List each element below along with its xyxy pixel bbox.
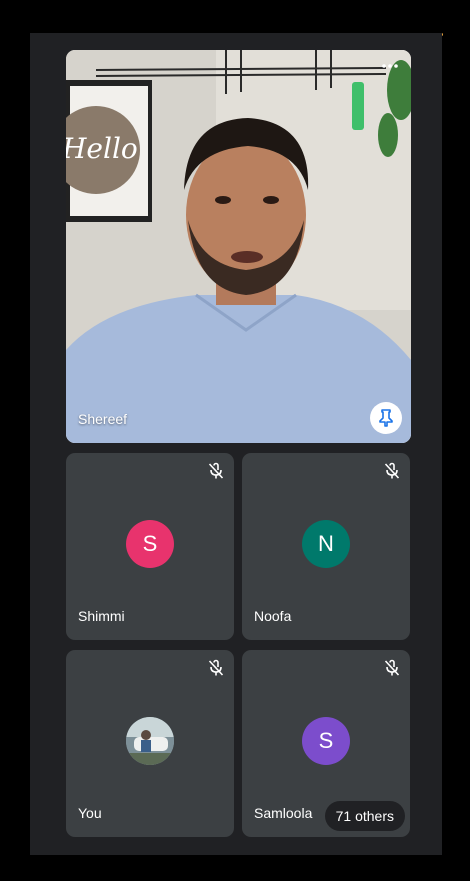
featured-video-tile[interactable]: Hello Shereef xyxy=(66,50,411,443)
participant-tile-you[interactable]: You xyxy=(66,650,234,837)
avatar: S xyxy=(302,717,350,765)
meeting-grid: Hello Shereef S Shimmi N Noofa You S Sam… xyxy=(30,33,442,855)
participant-tile-samloola[interactable]: S Samloola 71 others xyxy=(242,650,410,837)
others-count-button[interactable]: 71 others xyxy=(324,801,405,831)
pin-button[interactable] xyxy=(370,402,402,434)
more-horizontal-icon xyxy=(382,64,398,68)
mic-off-icon xyxy=(208,659,224,676)
avatar: S xyxy=(126,520,174,568)
participant-tile-noofa[interactable]: N Noofa xyxy=(242,453,410,640)
participant-name: Shimmi xyxy=(78,608,125,624)
participant-video: Hello xyxy=(66,50,411,443)
more-options-button[interactable] xyxy=(377,56,403,76)
featured-participant-name: Shereef xyxy=(78,411,128,427)
participant-name: Noofa xyxy=(254,608,292,624)
avatar-photo xyxy=(126,717,174,765)
svg-text:Hello: Hello xyxy=(66,132,138,165)
profile-photo xyxy=(126,717,174,765)
avatar: N xyxy=(302,520,350,568)
participant-tile-shimmi[interactable]: S Shimmi xyxy=(66,453,234,640)
mic-off-icon xyxy=(208,462,224,479)
participant-name: Samloola xyxy=(254,805,313,821)
mic-off-icon xyxy=(384,462,400,479)
participant-name: You xyxy=(78,805,102,821)
mic-off-icon xyxy=(384,659,400,676)
pin-icon xyxy=(379,409,393,427)
